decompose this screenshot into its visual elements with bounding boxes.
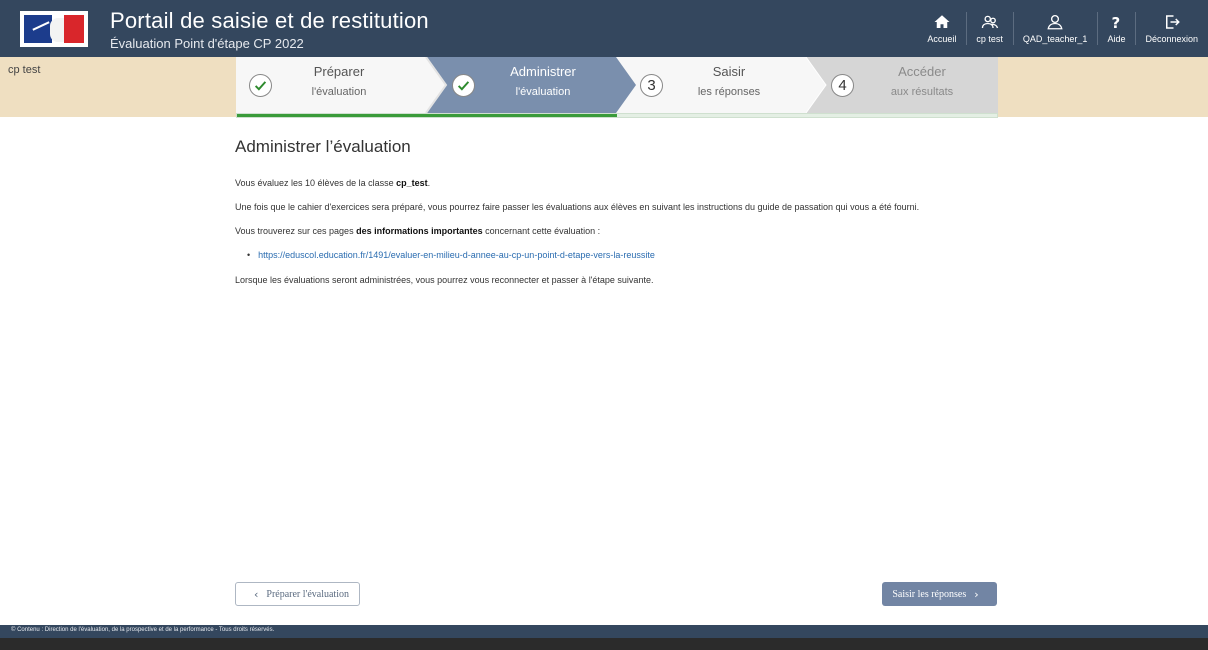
svg-text:?: ?: [1112, 14, 1121, 31]
user-icon: [1047, 14, 1063, 30]
footer-copyright: © Contenu : Direction de l'évaluation, d…: [11, 627, 275, 633]
nav-accueil[interactable]: Accueil: [917, 0, 966, 57]
next-step-label: Saisir les réponses: [892, 588, 967, 600]
chevron-right-icon: ›: [974, 587, 979, 601]
next-step-paragraph: Lorsque les évaluations seront administr…: [235, 275, 654, 285]
app-subtitle: Évaluation Point d'étape CP 2022: [110, 36, 304, 51]
nav-label: QAD_teacher_1: [1022, 34, 1088, 44]
important-info-bold: des informations importantes: [356, 226, 483, 236]
class-name-label: cp test: [8, 64, 41, 76]
nav-label: Aide: [1107, 34, 1126, 44]
previous-step-button[interactable]: ‹ Préparer l'évaluation: [235, 582, 360, 606]
home-icon: [934, 15, 950, 28]
step-title: Préparer: [313, 64, 365, 79]
republique-francaise-logo[interactable]: [20, 11, 88, 47]
nav-label: cp test: [976, 34, 1003, 44]
stepper-band: cp test Préparer l'évaluation Administre…: [0, 57, 1208, 118]
top-nav: Accueil cp test QAD_teacher_1 ? Aide Déc…: [917, 0, 1208, 57]
links-list: https://eduscol.education.fr/1491/evalue…: [247, 249, 1005, 262]
page-title: Administrer l’évaluation: [235, 137, 411, 156]
nav-user[interactable]: QAD_teacher_1: [1012, 0, 1098, 57]
previous-step-label: Préparer l'évaluation: [266, 588, 349, 600]
app-title: Portail de saisie et de restitution: [110, 8, 429, 33]
step-saisir[interactable]: 3 Saisir les réponses: [631, 57, 806, 113]
eduscol-link[interactable]: https://eduscol.education.fr/1491/evalue…: [258, 250, 655, 260]
app-header: Portail de saisie et de restitution Éval…: [0, 0, 1208, 57]
group-icon: [981, 15, 998, 29]
step-subtitle: les réponses: [697, 86, 761, 98]
info-paragraph: Vous trouverez sur ces pages des informa…: [235, 226, 601, 236]
step-subtitle: l'évaluation: [311, 86, 367, 98]
step-preparer[interactable]: Préparer l'évaluation: [236, 57, 426, 113]
nav-label: Accueil: [927, 34, 957, 44]
step-administrer[interactable]: Administrer l'évaluation: [436, 57, 626, 113]
logout-icon: [1165, 15, 1180, 29]
instructions-paragraph: Une fois que le cahier d'exercices sera …: [235, 202, 920, 212]
class-code: cp_test: [396, 178, 428, 188]
progress-bar: [236, 113, 998, 118]
help-icon: ?: [1112, 14, 1121, 31]
step-title: Administrer: [510, 64, 576, 79]
taskbar-strip: [0, 638, 1208, 650]
step-subtitle: aux résultats: [890, 86, 954, 98]
step-title: Saisir: [712, 64, 746, 79]
list-item: https://eduscol.education.fr/1491/evalue…: [247, 249, 1005, 262]
step-subtitle: l'évaluation: [515, 86, 571, 98]
progress-bar-fill: [237, 114, 617, 117]
chevron-left-icon: ‹: [253, 587, 259, 601]
nav-deconnexion[interactable]: Déconnexion: [1135, 0, 1208, 57]
step-title: Accéder: [898, 64, 946, 79]
students-paragraph: Vous évaluez les 10 élèves de la classe …: [235, 178, 431, 188]
stepper: Préparer l'évaluation Administrer l'éval…: [236, 57, 998, 113]
footer: © Contenu : Direction de l'évaluation, d…: [0, 625, 1208, 638]
nav-label: Déconnexion: [1145, 34, 1198, 44]
step-acceder: 4 Accéder aux résultats: [826, 57, 998, 113]
nav-aide[interactable]: ? Aide: [1097, 0, 1135, 57]
main-content: Administrer l’évaluation Vous évaluez le…: [235, 137, 1005, 298]
next-step-button[interactable]: Saisir les réponses ›: [882, 582, 997, 606]
nav-class[interactable]: cp test: [966, 0, 1013, 57]
